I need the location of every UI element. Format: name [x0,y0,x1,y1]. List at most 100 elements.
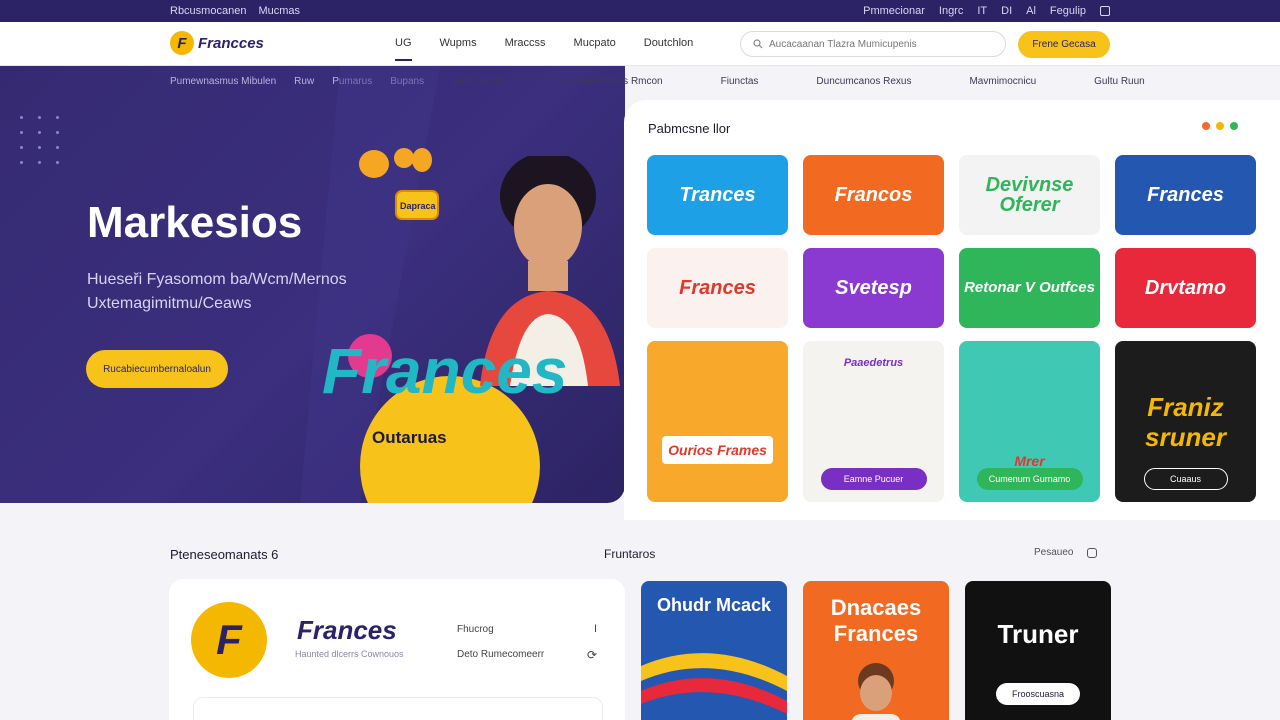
site-logo[interactable]: F Francces [170,31,264,55]
brand-card-grid: Trances Francos Devivnse Oferer Frances … [647,155,1256,502]
featured-card-title: Dnacaes Frances [830,595,922,646]
brand-card[interactable]: Frances [647,248,788,328]
search-placeholder: Aucacaanan Tlazra Mumicupenis [769,38,917,50]
profile-logo-icon: F [191,602,267,678]
top-link[interactable]: Al [1026,5,1036,17]
subnav-item[interactable]: Fiunctas [721,76,759,87]
status-dot-icon [1216,122,1224,130]
card-title: Retonar V Outfces [964,279,1095,296]
brand-card[interactable]: Paaedetrus Eamne Pucuer [803,341,944,502]
section-heading: Pteneseomanats 6 [170,547,279,562]
top-link[interactable]: Ingrc [939,5,963,17]
featured-card-button[interactable]: Frooscuasna [996,683,1080,705]
brand-card[interactable]: Francos [803,155,944,235]
sticky-note-label: Dapraca [400,201,436,211]
hero-banner: Pumewnasmus Mibulen Ruw Pumarus Bupans M… [0,66,625,503]
nav-item[interactable]: Mraccss [505,37,546,61]
hero-title: Markesios [87,198,303,247]
search-icon [753,39,763,49]
window-icon[interactable] [1100,6,1110,16]
featured-cards: Ohudr Mcack Dnacaes Frances Truner Froos… [641,581,1111,720]
card-pill-button[interactable]: Cumenum Gurnamo [976,468,1083,490]
top-left-links: Rbcusmocanen Mucmas [170,5,300,17]
nav-item[interactable]: UG [395,37,412,61]
top-link[interactable]: Pmmecionar [863,5,925,17]
minimize-icon[interactable] [1087,547,1098,558]
hero-brand-sub: Outaruas [372,428,447,447]
featured-card[interactable]: Truner Frooscuasna [965,581,1111,720]
hero-section: Pumewnasmus Mibulen Ruw Pumarus Bupans M… [0,66,1280,526]
subnav-item[interactable]: Duncumcanos Rexus [816,76,911,87]
site-header: F Francces UG Wupms Mraccss Mucpato Dout… [0,22,1280,66]
card-title: Franiz sruner [1145,391,1226,452]
panel-status-dots [1202,122,1238,130]
card-title: Frances [679,277,756,299]
sort-control[interactable]: Pesaueo [1034,547,1073,558]
refresh-icon[interactable]: ⟳ [587,648,597,662]
card-title: Ourios Frames [662,436,773,464]
subnav-item[interactable]: Mavmimocnicu [969,76,1036,87]
profile-name: Frances [297,615,397,645]
chat-bubbles-icon [359,148,439,220]
brand-card[interactable]: Devivnse Oferer [959,155,1100,235]
subnav-item[interactable]: Gultu Ruun [1094,76,1145,87]
panel-title: Pabmcsne llor [648,121,731,136]
status-dot-icon [1202,122,1210,130]
profile-meta: Fhucrog [457,624,494,635]
top-link[interactable]: Mucmas [258,5,300,17]
top-utility-bar: Rbcusmocanen Mucmas Pmmecionar Ingrc IT … [0,0,1280,22]
brand-card[interactable]: Ourios Frames [647,341,788,502]
top-link[interactable]: Rbcusmocanen [170,5,246,17]
top-link[interactable]: IT [977,5,987,17]
card-title: Drvtamo [1144,277,1227,299]
hero-brand-text: Frances [322,335,568,407]
featured-card[interactable]: Dnacaes Frances [803,581,949,720]
top-link[interactable]: DI [1001,5,1012,17]
brand-card[interactable]: Franiz sruner Cuaaus [1115,341,1256,502]
top-right-links: Pmmecionar Ingrc IT DI Al Fegulip [863,5,1110,17]
profile-inner-field[interactable] [193,697,603,720]
nav-item[interactable]: Wupms [440,37,477,61]
featured-card[interactable]: Ohudr Mcack [641,581,787,720]
subnav-item[interactable]: Pumewnasmus Mibulen [170,76,276,87]
profile-control[interactable]: I [594,623,597,635]
profile-card: F Frances Haunted dlcerrs Cownouos Fhucr… [169,579,625,720]
top-link[interactable]: Fegulip [1050,5,1086,17]
brand-card[interactable]: Drvtamo [1115,248,1256,328]
right-subnav: Hurt Lurnut Pausfeemciras Rmcon Fiunctas… [454,76,1145,87]
hero-description: Hueseři Fyasomom ba/Wcm/Mernos Uxtemagim… [87,271,347,312]
brand-card[interactable]: Mrer Cumenum Gurnamo [959,341,1100,502]
subnav-item[interactable]: Hurt Lurnut [454,76,504,87]
status-dot-icon [1230,122,1238,130]
brand-card[interactable]: Svetesp [803,248,944,328]
brand-card[interactable]: Frances [1115,155,1256,235]
hero-cta-button[interactable]: Rucabiecumbernaloalun [86,350,228,388]
brand-card[interactable]: Retonar V Outfces [959,248,1100,328]
person-illustration [851,663,901,720]
logo-text: Francces [198,34,264,52]
card-title: Frances [1147,184,1224,206]
card-pill-button[interactable]: Cuaaus [1143,468,1228,490]
card-title: Devivnse Oferer [985,174,1074,216]
section-heading: Fruntaros [604,547,656,561]
profile-meta: Deto Rumecomeerr [457,649,545,660]
card-title: Svetesp [835,277,912,299]
search-input[interactable]: Aucacaanan Tlazra Mumicupenis [740,31,1006,57]
card-pill-button[interactable]: Eamne Pucuer [820,468,927,490]
header-cta-button[interactable]: Frene Gecasa [1018,31,1110,58]
subnav-item[interactable]: Pausfeemciras Rmcon [562,76,663,87]
nav-item[interactable]: Doutchlon [644,37,694,61]
bottom-section: Pteneseomanats 6 Fruntaros Pesaueo F Fra… [0,527,1280,720]
card-title: Francos [834,184,913,206]
featured-card-title: Ohudr Mcack [656,595,772,615]
featured-card-title: Truner [997,619,1079,649]
brand-card[interactable]: Trances [647,155,788,235]
nav-item[interactable]: Mucpato [574,37,616,61]
brand-cards-panel: Pabmcsne llor Trances Francos Devivnse O… [624,100,1280,520]
decorative-dots [20,116,62,164]
logo-badge-icon: F [170,31,194,55]
main-nav: UG Wupms Mraccss Mucpato Doutchlon [395,37,693,61]
card-title: Paaedetrus [843,357,904,369]
profile-tagline: Haunted dlcerrs Cownouos [295,649,404,659]
card-title: Trances [679,184,756,206]
